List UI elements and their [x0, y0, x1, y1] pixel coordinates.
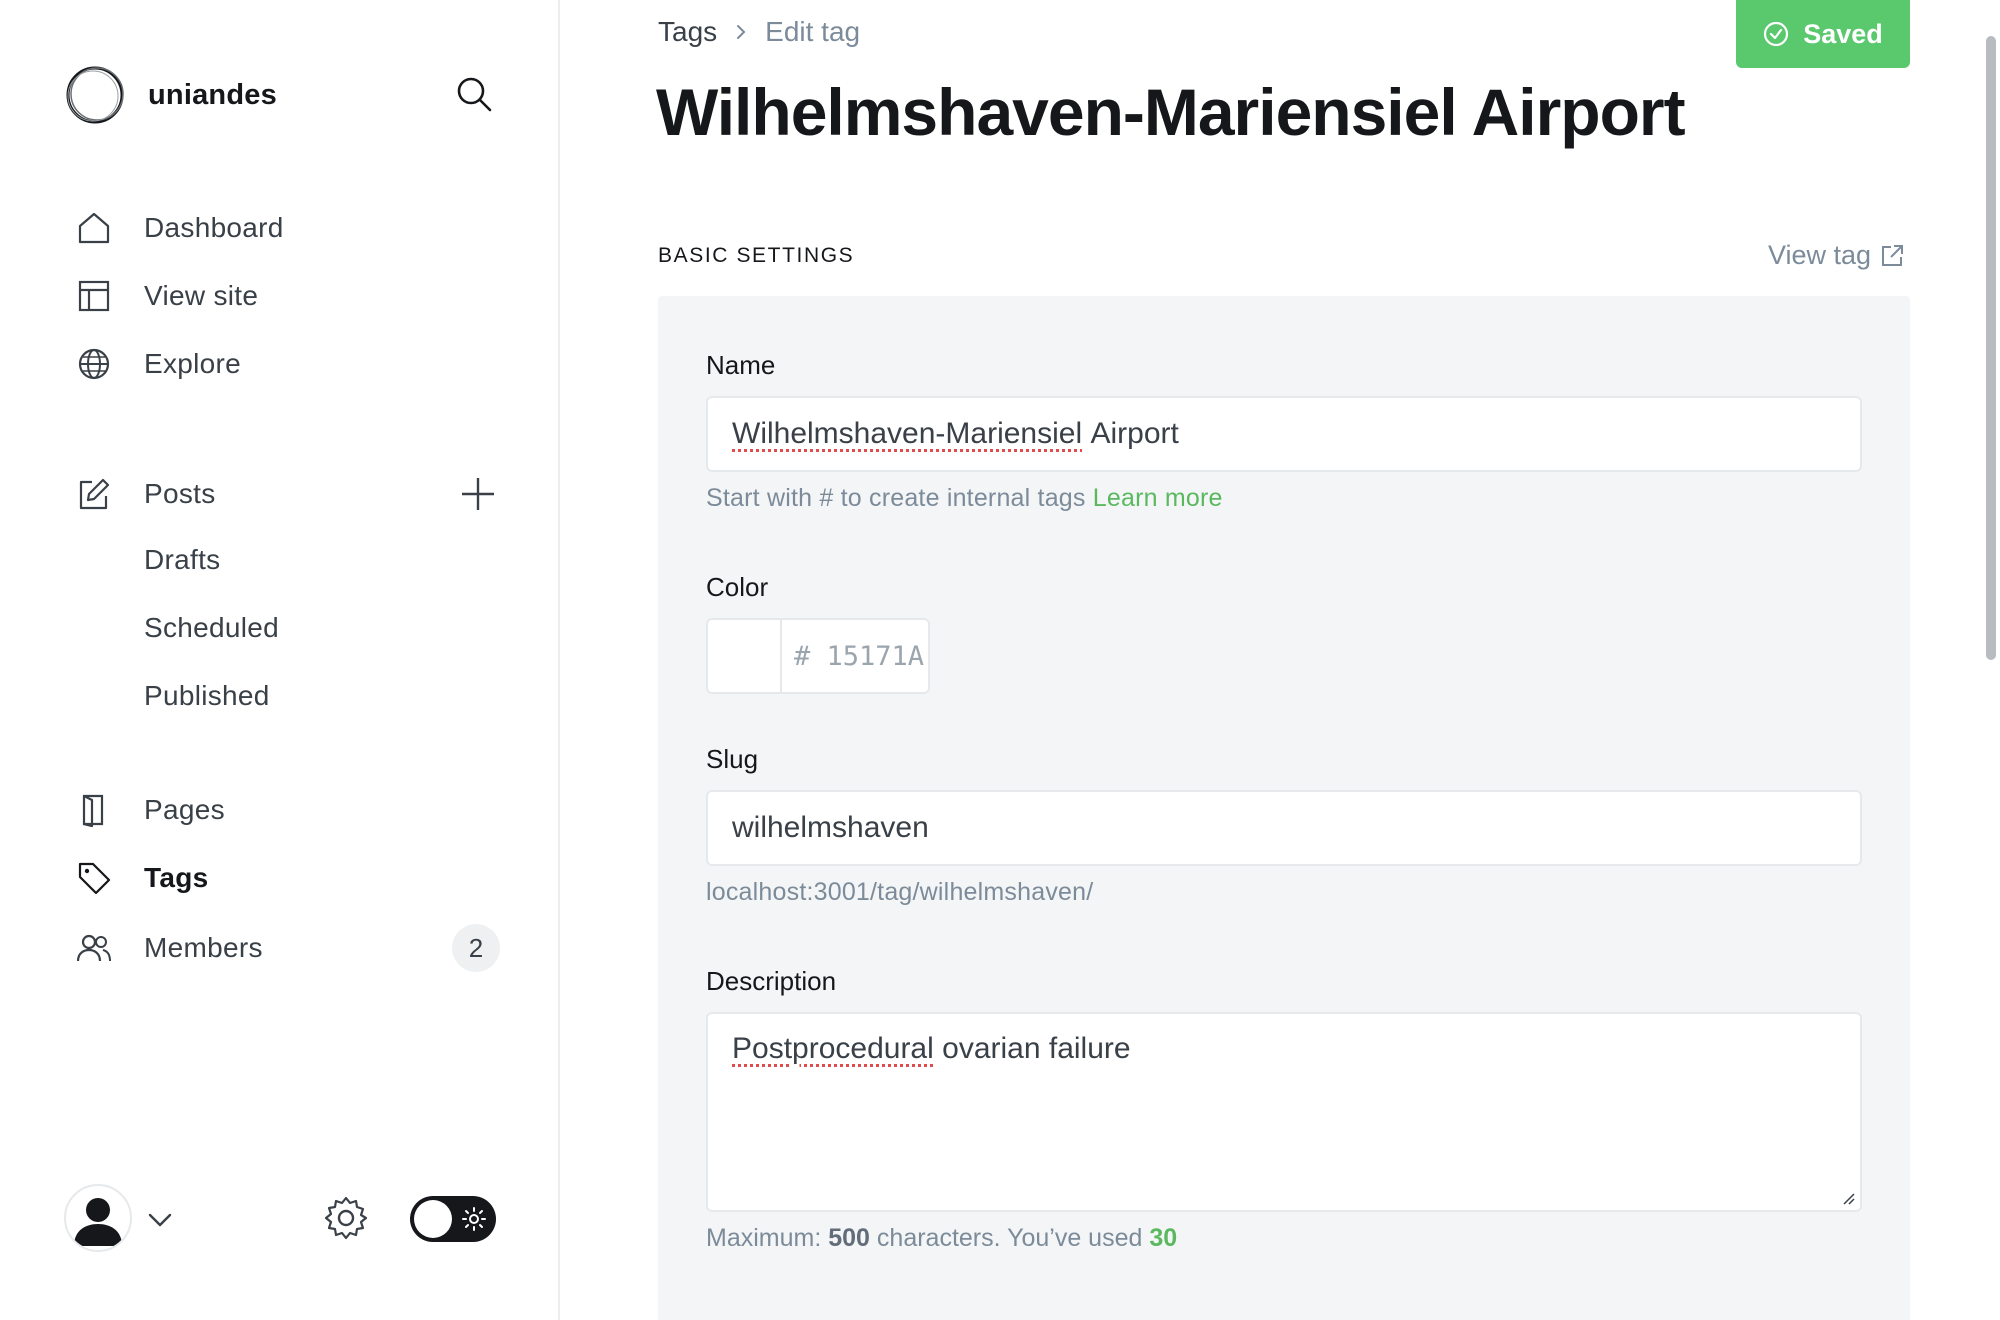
- description-value-misspelled: Postprocedural: [732, 1032, 934, 1065]
- breadcrumb: Tags Edit tag: [658, 16, 860, 48]
- sidebar-item-members[interactable]: Members: [74, 926, 262, 970]
- main-content: Tags Edit tag Saved Wilhelmshaven-Marien…: [560, 0, 2000, 1320]
- sidebar-item-label: Explore: [144, 348, 242, 379]
- name-input[interactable]: Wilhelmshaven-Mariensiel Airport: [706, 396, 1862, 472]
- name-hint: Start with # to create internal tags Lea…: [706, 484, 1223, 513]
- sidebar-item-explore[interactable]: Explore: [74, 342, 241, 386]
- slug-url-preview: localhost:3001/tag/wilhelmshaven/: [706, 878, 1094, 906]
- plus-icon: [462, 478, 494, 510]
- resize-grip-icon[interactable]: [1840, 1190, 1856, 1206]
- toggle-knob: [414, 1200, 452, 1238]
- breadcrumb-tags-link[interactable]: Tags: [658, 16, 717, 48]
- sidebar-item-scheduled[interactable]: Scheduled: [144, 612, 279, 644]
- chevron-right-icon: [737, 25, 746, 39]
- new-post-button[interactable]: [456, 472, 500, 516]
- counter-prefix: Maximum:: [706, 1224, 822, 1252]
- sidebar-item-label: Dashboard: [144, 212, 284, 243]
- gear-icon[interactable]: [322, 1194, 370, 1242]
- external-link-icon: [1882, 244, 1904, 266]
- basic-settings-panel: Name Wilhelmshaven-Mariensiel Airport St…: [658, 296, 1910, 1320]
- description-textarea[interactable]: Postprocedural ovarian failure: [706, 1012, 1862, 1212]
- counter-used: 30: [1149, 1224, 1178, 1252]
- sun-icon: [462, 1207, 486, 1231]
- sidebar-item-pages[interactable]: Pages: [74, 788, 225, 832]
- color-hex-input[interactable]: # 15171A: [782, 620, 924, 692]
- slug-label: Slug: [706, 744, 759, 774]
- brand-name: uniandes: [148, 78, 277, 111]
- scrollbar[interactable]: [1986, 36, 1996, 660]
- description-value: ovarian failure: [942, 1032, 1131, 1065]
- saved-button[interactable]: Saved: [1736, 0, 1910, 68]
- name-label: Name: [706, 350, 776, 380]
- avatar[interactable]: [64, 1184, 132, 1252]
- color-hash: #: [794, 640, 811, 672]
- sidebar-item-tags[interactable]: Tags: [74, 856, 208, 900]
- view-tag-label: View tag: [1768, 240, 1872, 270]
- members-icon: [74, 928, 114, 968]
- tag-icon: [74, 858, 114, 898]
- color-picker[interactable]: # 15171A: [706, 618, 930, 694]
- page-title: Wilhelmshaven-Mariensiel Airport: [656, 75, 1686, 149]
- counter-max: 500: [828, 1224, 870, 1252]
- sidebar-item-drafts[interactable]: Drafts: [144, 544, 220, 576]
- counter-mid: characters. You’ve used: [876, 1224, 1143, 1252]
- sidebar-item-posts[interactable]: Posts: [74, 472, 215, 516]
- brand-logo-icon: [66, 66, 124, 124]
- members-count-badge: 2: [452, 924, 500, 972]
- search-icon: [457, 77, 492, 112]
- globe-icon: [74, 344, 114, 384]
- breadcrumb-current: Edit tag: [765, 16, 861, 47]
- description-label: Description: [706, 966, 837, 996]
- color-placeholder: 15171A: [826, 640, 925, 672]
- sidebar-item-label: Tags: [144, 862, 209, 893]
- pages-icon: [74, 790, 114, 830]
- character-counter: Maximum: 500 characters. You’ve used 30: [706, 1224, 1177, 1253]
- check-circle-icon: [1764, 21, 1789, 47]
- sidebar-item-label: Members: [144, 932, 263, 963]
- section-title: BASIC SETTINGS: [658, 244, 855, 267]
- name-value-misspelled: Wilhelmshaven-Mariensiel: [732, 417, 1083, 450]
- layout-icon: [74, 276, 114, 316]
- color-label: Color: [706, 572, 769, 602]
- sidebar-item-view-site[interactable]: View site: [74, 274, 258, 318]
- name-hint-text: Start with # to create internal tags: [706, 484, 1086, 512]
- sidebar-item-label: Pages: [144, 794, 225, 825]
- sidebar-item-dashboard[interactable]: Dashboard: [74, 206, 283, 250]
- sidebar: uniandes Dashboard View site Explore Pos…: [0, 0, 560, 1320]
- slug-value: wilhelmshaven: [732, 811, 929, 844]
- learn-more-link[interactable]: Learn more: [1093, 484, 1223, 512]
- user-avatar-icon: [74, 1198, 122, 1246]
- saved-label: Saved: [1803, 18, 1883, 49]
- slug-input[interactable]: wilhelmshaven: [706, 790, 1862, 866]
- search-button[interactable]: [452, 72, 496, 116]
- chevron-down-icon[interactable]: [144, 1204, 176, 1236]
- view-tag-link[interactable]: View tag: [1768, 240, 1905, 271]
- theme-toggle[interactable]: [410, 1196, 496, 1242]
- edit-icon: [74, 474, 114, 514]
- color-swatch[interactable]: [708, 620, 782, 692]
- sidebar-item-published[interactable]: Published: [144, 680, 270, 712]
- brand[interactable]: uniandes: [64, 64, 277, 126]
- home-icon: [74, 208, 114, 248]
- sidebar-item-label: Posts: [144, 478, 216, 509]
- sidebar-item-label: View site: [144, 280, 259, 311]
- name-value: Airport: [1090, 417, 1179, 450]
